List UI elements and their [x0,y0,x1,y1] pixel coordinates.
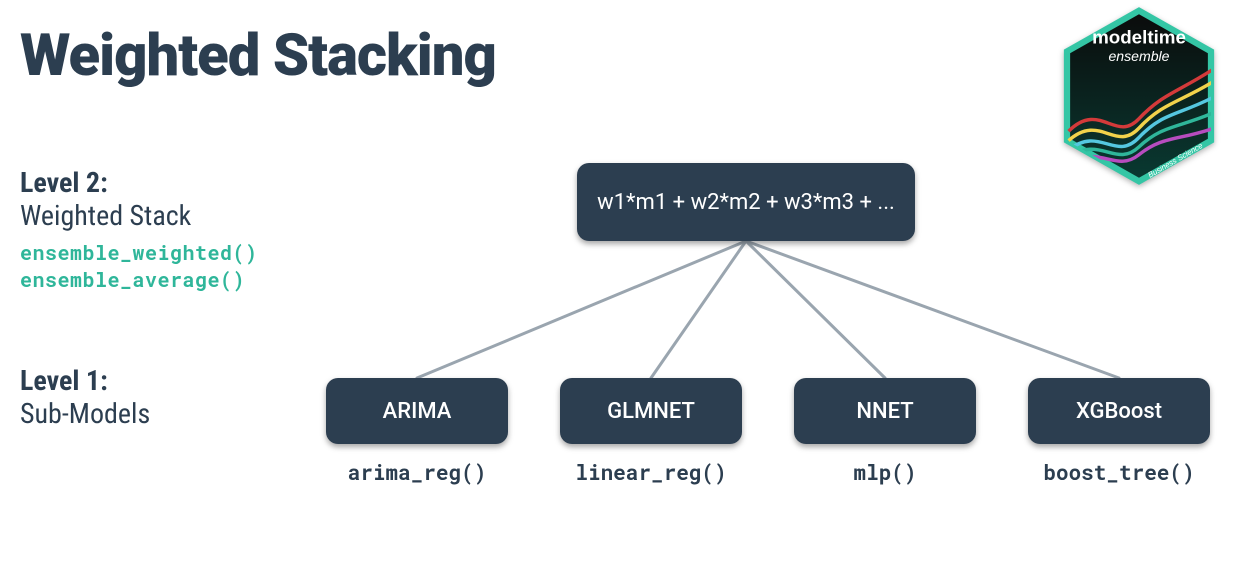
model-name: XGBoost [1076,399,1162,424]
level1-label-block: Level 1: Sub-Models [20,364,150,430]
model-fn-glmnet: linear_reg() [551,458,751,486]
model-fn-arima: arima_reg() [317,458,517,486]
level2-heading: Level 2: [20,166,258,199]
logo-subtitle: ensemble [1108,48,1169,64]
weighted-stack-node: w1*m1 + w2*m2 + w3*m3 + ... [577,163,915,241]
level2-fn-1: ensemble_weighted() [20,240,258,267]
model-node-xgboost: XGBoost [1028,378,1210,444]
model-node-nnet: NNET [794,378,976,444]
model-name: ARIMA [383,399,452,424]
model-node-glmnet: GLMNET [560,378,742,444]
model-fn-xgboost: boost_tree() [1019,458,1219,486]
page-title: Weighted Stacking [20,22,496,90]
model-name: NNET [856,399,913,424]
level2-fn-2: ensemble_average() [20,267,258,294]
model-fn-nnet: mlp() [785,458,985,486]
level1-heading: Level 1: [20,364,150,397]
weighted-stack-formula: w1*m1 + w2*m2 + w3*m3 + ... [597,190,895,215]
level1-subheading: Sub-Models [20,397,150,430]
model-name: GLMNET [607,399,695,424]
model-node-arima: ARIMA [326,378,508,444]
level2-subheading: Weighted Stack [20,199,258,232]
level2-label-block: Level 2: Weighted Stack ensemble_weighte… [20,166,258,294]
logo-title: modeltime [1092,27,1186,48]
modeltime-ensemble-logo: modeltime ensemble Business Science [1049,6,1229,186]
